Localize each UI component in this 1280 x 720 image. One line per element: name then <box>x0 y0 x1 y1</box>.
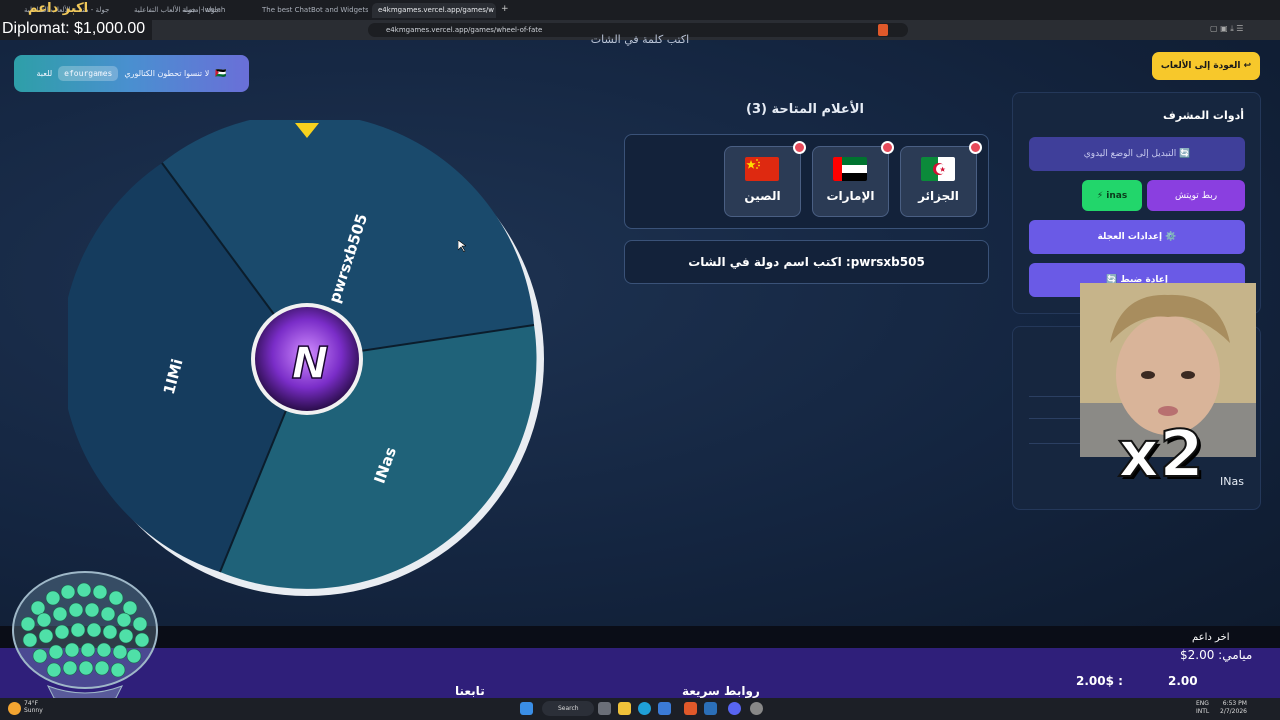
clock-date: 2/7/2026 <box>1220 708 1247 715</box>
browser-toolbar-icons[interactable]: ▢ ▣ ⤓ ☰ <box>1210 24 1270 36</box>
creator-code: efourgames <box>58 66 119 81</box>
store-icon[interactable] <box>658 702 671 715</box>
clock-time: 6:53 PM <box>1222 700 1247 707</box>
browser-tab[interactable]: جولة | lwelah <box>176 3 254 18</box>
browser-tab-active[interactable]: e4kmgames.vercel.app/games/w <box>372 3 496 18</box>
brave-icon[interactable] <box>684 702 697 715</box>
quick-links-heading: روابط سريعة <box>682 684 760 698</box>
connect-twitch-button[interactable]: ربط تويتش <box>1147 180 1245 211</box>
new-tab-icon[interactable]: + <box>498 3 512 18</box>
donation-amount: 2.00$ : <box>1076 674 1123 688</box>
admin-tools-title: أدوات المشرف <box>1163 109 1244 122</box>
taskbar-search[interactable]: Search <box>542 701 594 716</box>
file-explorer-icon[interactable] <box>618 702 631 715</box>
windows-taskbar <box>0 698 1280 720</box>
flag-name: الإمارات <box>826 189 875 203</box>
last-donor-line: ميامي: 2.00$ <box>1180 648 1253 662</box>
current-player-prompt: pwrsxb505: اكتب اسم دولة في الشات <box>624 240 989 284</box>
weather-desc: Sunny <box>24 707 43 714</box>
available-flags-title: الأعلام المتاحة (3) <box>746 102 864 117</box>
china-flag-icon <box>745 157 779 181</box>
kick-channel-button[interactable]: inas ⚡ <box>1082 180 1142 211</box>
uae-flag-icon <box>833 157 867 181</box>
flag-icon: 🇵🇸 <box>215 68 227 79</box>
follow-us-heading: تابعنا <box>455 684 485 698</box>
discord-icon[interactable] <box>728 702 741 715</box>
reminder-text: لا تنسوا تحطون الكتالوري <box>124 69 210 78</box>
remove-flag-button[interactable] <box>969 141 982 154</box>
reminder-suffix: للعبة <box>36 69 53 78</box>
weather-temp: 74°F <box>24 700 39 707</box>
flag-card-uae[interactable]: الإمارات <box>812 141 894 217</box>
logo-letter: N <box>292 338 329 389</box>
steam-icon[interactable] <box>704 702 717 715</box>
edge-icon[interactable] <box>638 702 651 715</box>
wheel-of-fate[interactable]: pwrsxb505 INas 1IMi N <box>68 120 546 598</box>
back-to-games-button[interactable]: ↩ العودة إلى الألعاب <box>1152 52 1260 80</box>
diplomat-balance: Diplomat: $1,000.00 <box>0 18 152 40</box>
flag-name: الصين <box>744 189 781 203</box>
browser-tab[interactable]: The best ChatBot and Widgets for K <box>256 3 368 18</box>
system-clock[interactable]: 6:53 PM 2/7/2026 <box>1220 700 1247 716</box>
weather-widget[interactable]: 74°F Sunny <box>24 700 43 714</box>
browser-tab-bar: جولة - منصة الألعاب التفاعلية جولة - منص… <box>0 0 1280 20</box>
brave-shield-icon[interactable] <box>878 24 888 36</box>
wheel-settings-button[interactable]: ⚙️ إعدادات العجلة <box>1029 220 1245 254</box>
algeria-flag-icon <box>921 157 955 181</box>
switch-manual-mode-button[interactable]: 🔄 التبديل إلى الوضع اليدوي <box>1029 137 1245 171</box>
remove-flag-button[interactable] <box>793 141 806 154</box>
code-reminder-banner: 🇵🇸 لا تنسوا تحطون الكتالوري efourgames ل… <box>14 55 249 92</box>
donation-amount: 2.00 <box>1168 674 1198 688</box>
obs-icon[interactable] <box>750 702 763 715</box>
flag-name: الجزائر <box>918 189 959 203</box>
top-donor-banner: اكبر داعم <box>28 1 89 16</box>
language-indicator[interactable]: ENG INTL <box>1196 700 1209 716</box>
windows-start-icon[interactable] <box>520 702 533 715</box>
lang-variant: INTL <box>1196 708 1210 715</box>
lang-code: ENG <box>1196 700 1209 707</box>
last-donor-title: اخر داعم <box>1192 632 1230 643</box>
multiplier-overlay: x2 <box>1117 417 1205 493</box>
mouse-cursor-icon <box>458 240 466 252</box>
admin-tools-panel: أدوات المشرف 🔄 التبديل إلى الوضع اليدوي … <box>1012 92 1261 314</box>
flag-card-china[interactable]: الصين <box>724 141 806 217</box>
flags-container: الجزائر الإمارات الصين <box>624 134 989 229</box>
weather-icon[interactable] <box>8 702 21 715</box>
player-name: INas <box>1220 475 1244 488</box>
task-view-icon[interactable] <box>598 702 611 715</box>
instruction-header: اكتب كلمة في الشات <box>590 33 690 46</box>
flag-card-algeria[interactable]: الجزائر <box>900 141 982 217</box>
footer-dark-strip <box>0 626 1280 648</box>
remove-flag-button[interactable] <box>881 141 894 154</box>
